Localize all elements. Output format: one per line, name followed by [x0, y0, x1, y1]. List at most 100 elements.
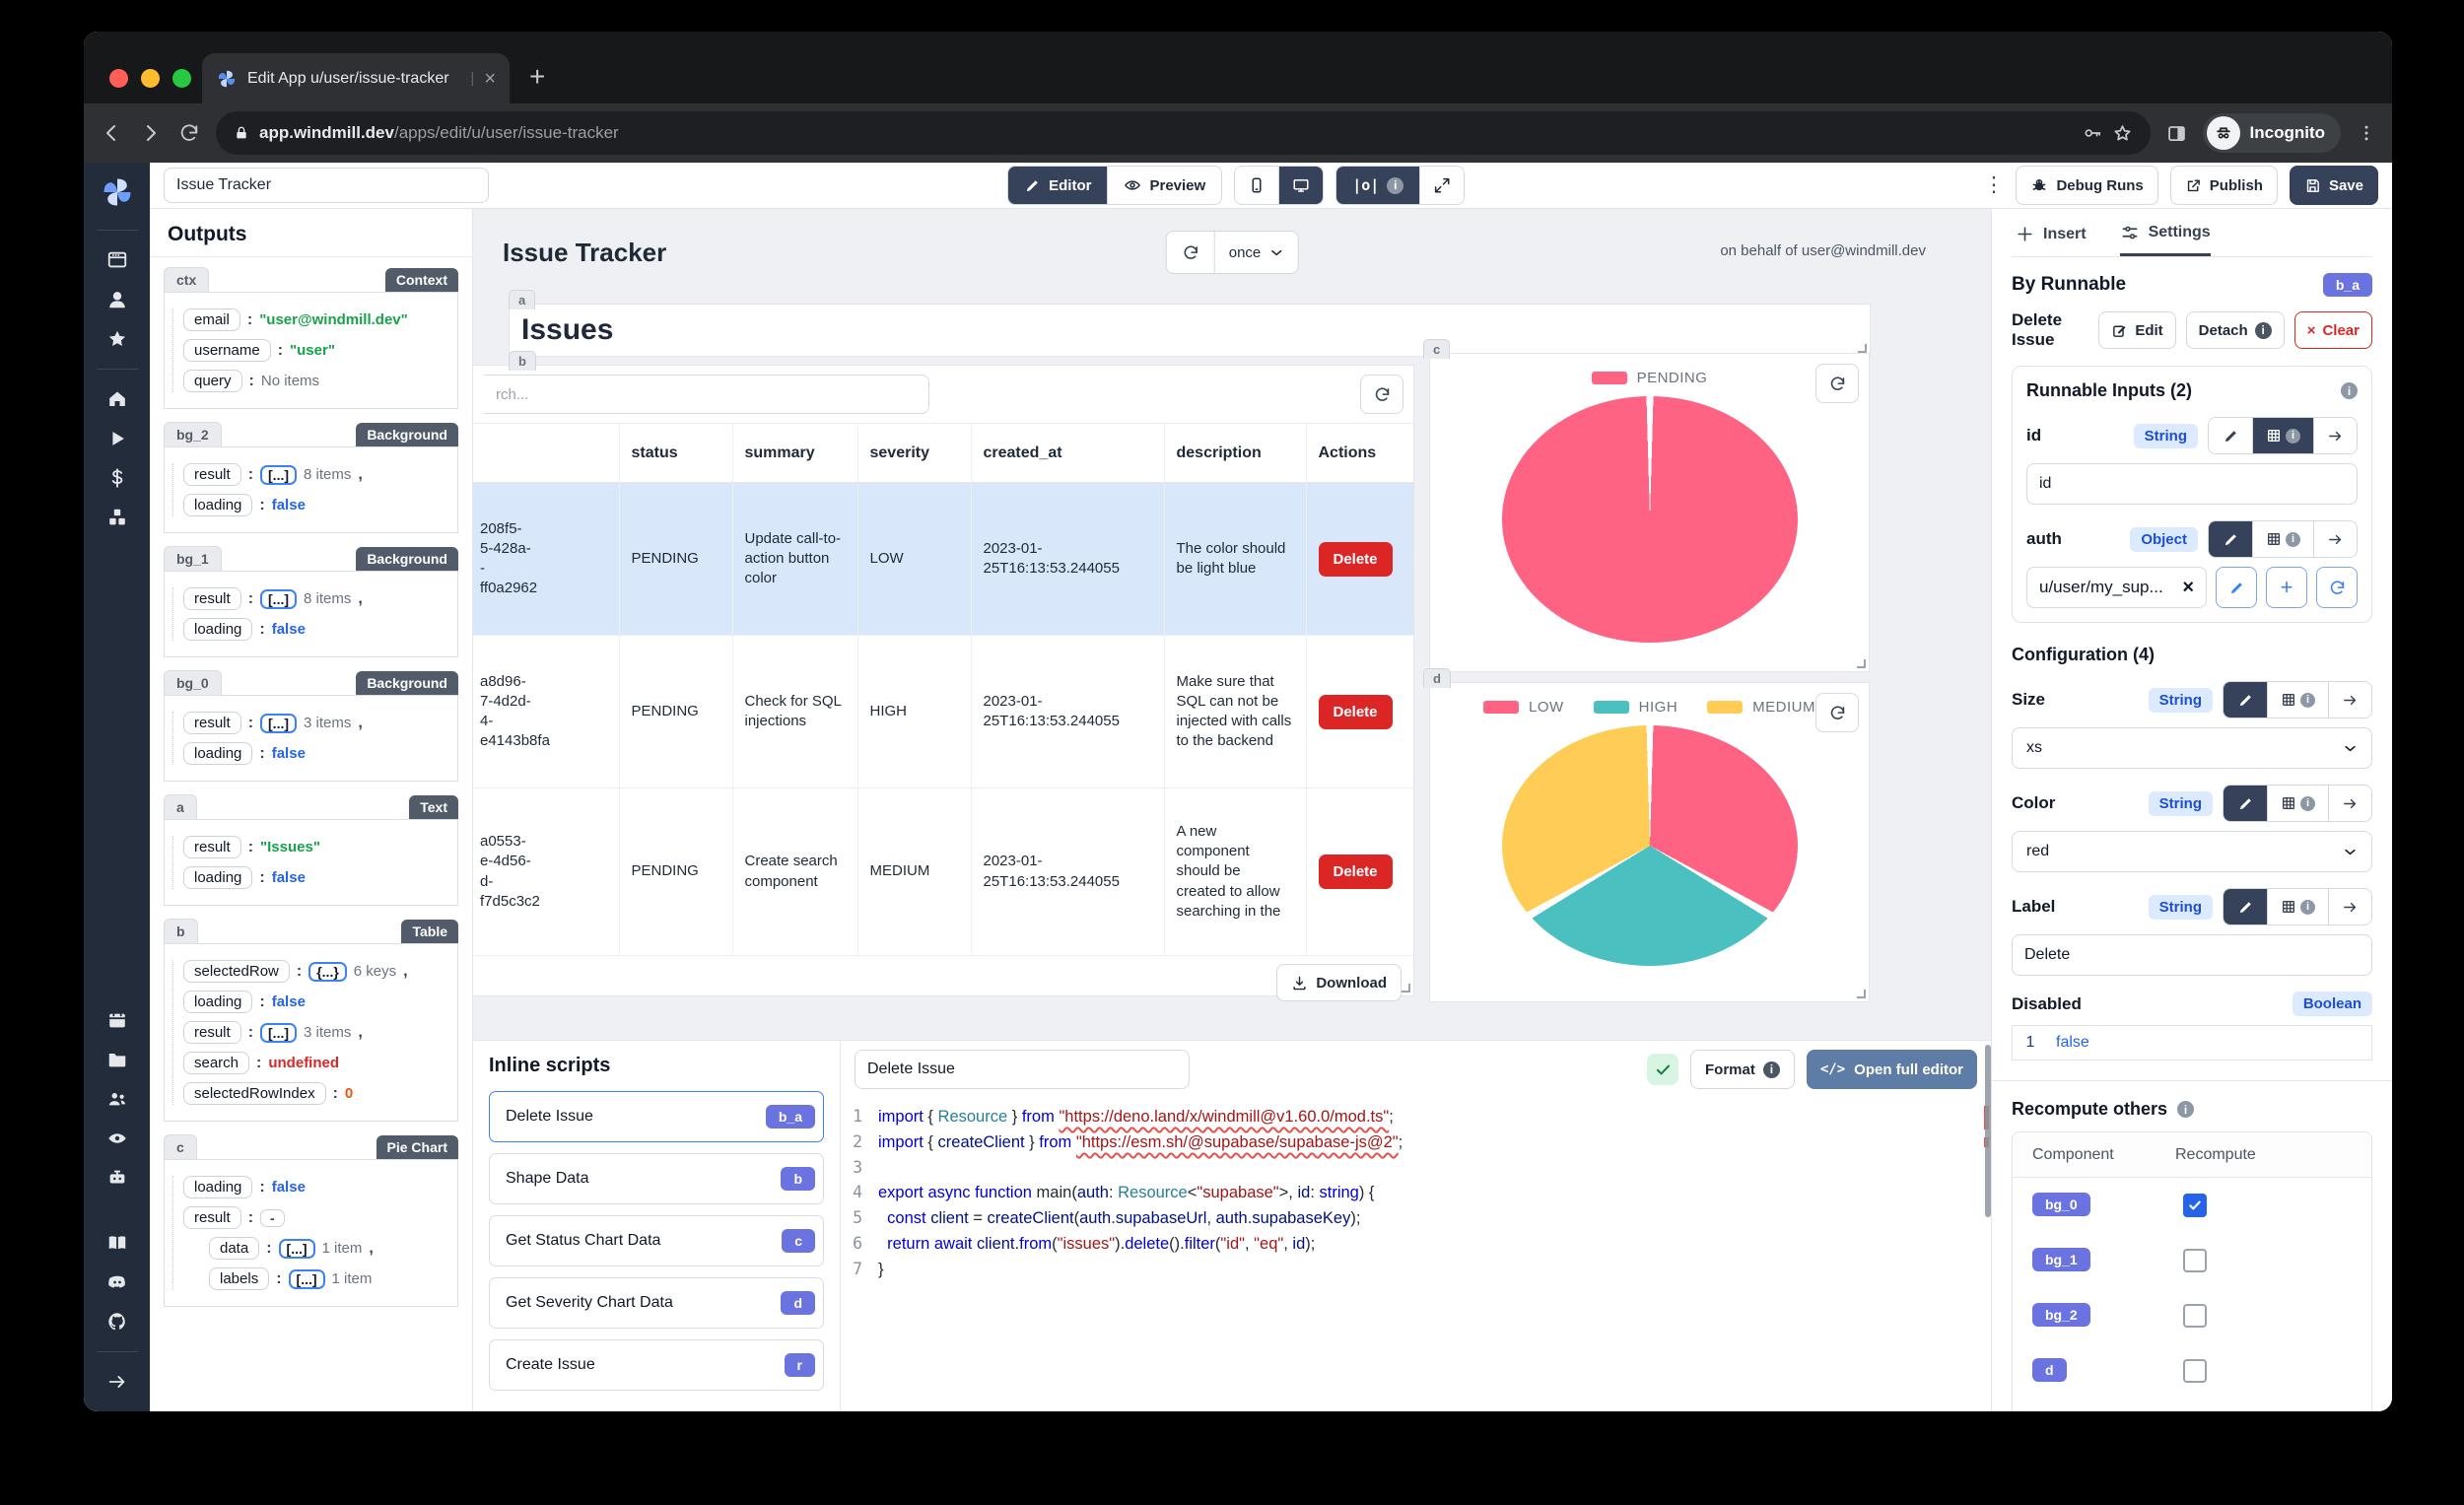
- fullscreen-button[interactable]: [1419, 167, 1464, 204]
- eye-icon[interactable]: [106, 1128, 128, 1149]
- component-chip-d[interactable]: d: [1423, 668, 1451, 688]
- output-key[interactable]: loading: [183, 618, 252, 641]
- tab-close-icon[interactable]: ×: [484, 69, 496, 89]
- mobile-view-button[interactable]: [1235, 167, 1278, 204]
- refresh-resource-button[interactable]: [2316, 567, 2358, 608]
- delete-row-button[interactable]: Delete: [1319, 855, 1393, 889]
- bookmark-star-icon[interactable]: [2112, 123, 2133, 144]
- github-icon[interactable]: [106, 1311, 128, 1333]
- minimize-window-button[interactable]: [141, 69, 160, 88]
- connect-mode-button[interactable]: i: [2267, 786, 2328, 821]
- collapsed-value-box[interactable]: [...]: [260, 714, 297, 733]
- component-chip-b[interactable]: b: [509, 351, 536, 371]
- refresh-icon[interactable]: [1167, 232, 1214, 273]
- recompute-checkbox[interactable]: [2183, 1359, 2207, 1383]
- output-entry[interactable]: result:[...]8 items,: [183, 587, 449, 610]
- code-line[interactable]: 1import { Resource } from "https://deno.…: [841, 1104, 1991, 1129]
- eval-mode-button[interactable]: [2313, 521, 2357, 557]
- script-name-input[interactable]: Delete Issue: [855, 1050, 1190, 1089]
- arrow-right-icon[interactable]: [106, 1371, 128, 1393]
- component-chip-a[interactable]: a: [509, 290, 535, 309]
- output-key[interactable]: loading: [183, 742, 252, 765]
- more-options-icon[interactable]: ⋮: [1983, 180, 2004, 191]
- star-icon[interactable]: [106, 328, 128, 350]
- recompute-checkbox[interactable]: [2183, 1194, 2207, 1217]
- output-id-chip[interactable]: ctx: [164, 267, 209, 292]
- code-line[interactable]: 4export async function main(auth: Resour…: [841, 1180, 1991, 1205]
- close-window-button[interactable]: [109, 69, 128, 88]
- label-value-input[interactable]: Delete: [2012, 934, 2372, 976]
- component-badge[interactable]: d: [2032, 1358, 2067, 1382]
- open-full-editor-button[interactable]: </>Open full editor: [1807, 1050, 1977, 1089]
- static-mode-button[interactable]: [2224, 682, 2267, 718]
- component-badge[interactable]: bg_1: [2032, 1248, 2090, 1271]
- output-key[interactable]: username: [183, 339, 271, 362]
- inline-script-item[interactable]: Create Issuer: [489, 1339, 824, 1391]
- windmill-logo-icon[interactable]: [100, 174, 135, 210]
- recompute-checkbox[interactable]: [2183, 1304, 2207, 1328]
- collapsed-value-box[interactable]: {...}: [308, 962, 347, 982]
- output-key[interactable]: result: [183, 1021, 241, 1044]
- output-entry[interactable]: search:undefined: [183, 1052, 449, 1074]
- output-entry[interactable]: result:-: [183, 1206, 449, 1229]
- code-area[interactable]: 1import { Resource } from "https://deno.…: [841, 1098, 1991, 1411]
- static-mode-button[interactable]: [2224, 786, 2267, 821]
- output-key[interactable]: result: [183, 712, 241, 734]
- output-entry[interactable]: email:"user@windmill.dev": [183, 308, 449, 331]
- output-entry[interactable]: loading:false: [183, 742, 449, 765]
- inline-script-item[interactable]: Get Status Chart Datac: [489, 1215, 824, 1266]
- output-id-chip[interactable]: b: [164, 919, 198, 943]
- format-button[interactable]: Formati: [1690, 1050, 1795, 1089]
- component-badge[interactable]: bg_0: [2032, 1193, 2090, 1216]
- settings-tab[interactable]: Settings: [2120, 223, 2211, 256]
- schedule-dropdown[interactable]: once: [1214, 232, 1298, 273]
- output-key[interactable]: data: [209, 1237, 259, 1260]
- clear-resource-icon[interactable]: ×: [2182, 577, 2194, 599]
- output-entry[interactable]: loading:false: [183, 618, 449, 641]
- disabled-code-input[interactable]: 1 false: [2012, 1025, 2372, 1060]
- legend-item[interactable]: HIGH: [1594, 699, 1678, 716]
- severity-pie-component[interactable]: LOWHIGHMEDIUM: [1429, 682, 1870, 1002]
- connect-mode-button[interactable]: i: [2252, 418, 2313, 453]
- output-entry[interactable]: result:[...]8 items,: [183, 463, 449, 486]
- size-select[interactable]: xs: [2012, 727, 2372, 769]
- component-badge[interactable]: bg_2: [2032, 1303, 2090, 1327]
- pie-refresh-button[interactable]: [1815, 364, 1859, 403]
- table-row[interactable]: 208f5-5-428a--ff0a2962PENDINGUpdate call…: [473, 483, 1413, 636]
- debug-runs-button[interactable]: Debug Runs: [2016, 166, 2157, 205]
- publish-button[interactable]: Publish: [2170, 166, 2278, 205]
- eval-mode-button[interactable]: [2328, 682, 2371, 718]
- play-icon[interactable]: [106, 428, 128, 449]
- reload-icon[interactable]: [178, 122, 200, 144]
- team-icon[interactable]: [106, 1088, 128, 1110]
- edit-script-button[interactable]: Edit: [2098, 311, 2175, 349]
- collapsed-value-box[interactable]: [...]: [279, 1239, 315, 1259]
- static-mode-button[interactable]: [2209, 418, 2252, 453]
- delete-row-button[interactable]: Delete: [1319, 695, 1393, 729]
- desktop-view-button[interactable]: [1278, 167, 1323, 204]
- output-key[interactable]: search: [183, 1052, 249, 1074]
- delete-row-button[interactable]: Delete: [1319, 542, 1393, 577]
- output-key[interactable]: result: [183, 1206, 241, 1229]
- color-select[interactable]: red: [2012, 831, 2372, 872]
- collapsed-value-box[interactable]: [...]: [260, 589, 297, 609]
- connect-mode-button[interactable]: i: [2252, 521, 2313, 557]
- output-entry[interactable]: data:[...]1 item,: [209, 1237, 449, 1260]
- output-entry[interactable]: result:[...]3 items,: [183, 1021, 449, 1044]
- pie-refresh-button[interactable]: [1815, 693, 1859, 732]
- output-entry[interactable]: selectedRowIndex:0: [183, 1082, 449, 1105]
- insert-tab[interactable]: Insert: [2016, 223, 2087, 256]
- output-key[interactable]: email: [183, 308, 240, 331]
- output-id-chip[interactable]: bg_1: [164, 546, 222, 571]
- output-key[interactable]: labels: [209, 1267, 269, 1290]
- output-key[interactable]: selectedRow: [183, 960, 290, 983]
- address-bar[interactable]: app.windmill.dev/apps/edit/u/user/issue-…: [216, 111, 2151, 155]
- auth-resource-input[interactable]: u/user/my_sup... ×: [2026, 567, 2207, 608]
- robot-icon[interactable]: [106, 1167, 128, 1189]
- table-search-input[interactable]: rch...: [484, 375, 929, 414]
- recompute-checkbox[interactable]: [2183, 1249, 2207, 1272]
- legend-item[interactable]: MEDIUM: [1707, 699, 1815, 716]
- collapsed-value-box[interactable]: [...]: [289, 1269, 325, 1289]
- back-icon[interactable]: [100, 121, 123, 145]
- output-entry[interactable]: loading:false: [183, 494, 449, 516]
